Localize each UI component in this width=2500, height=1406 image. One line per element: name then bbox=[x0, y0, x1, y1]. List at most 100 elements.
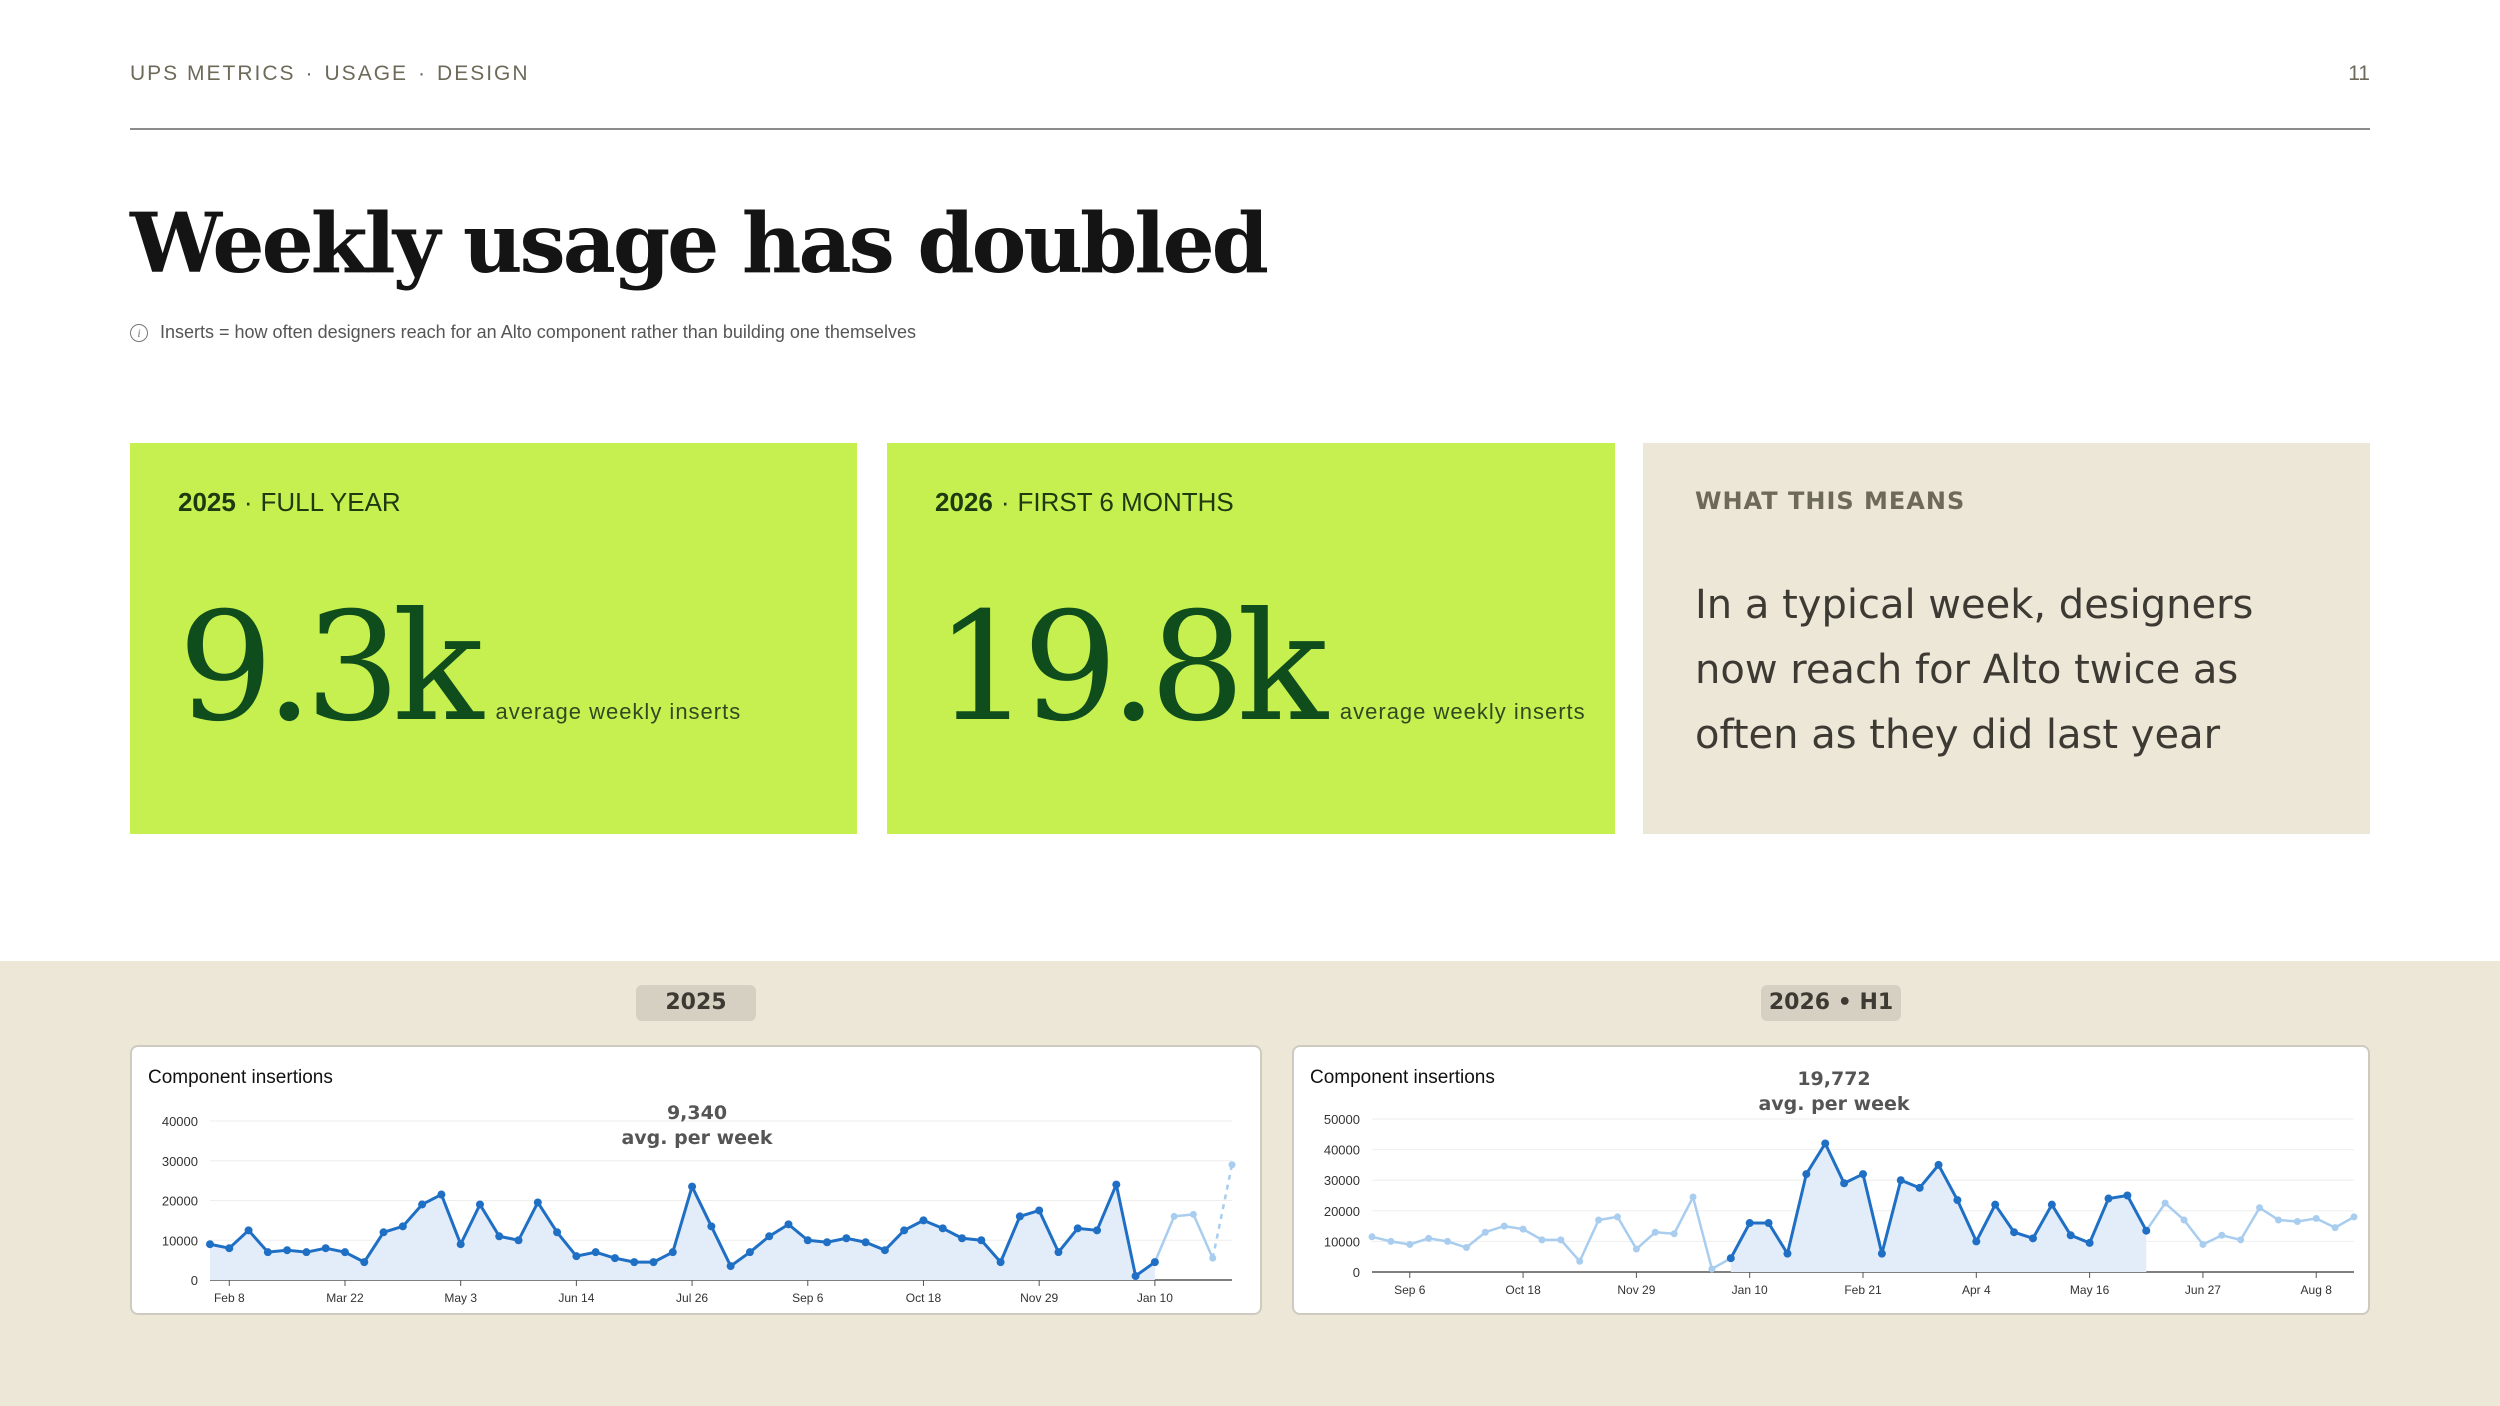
data-point bbox=[1915, 1183, 1924, 1192]
card-period: FIRST 6 MONTHS bbox=[1017, 487, 1234, 517]
data-point bbox=[206, 1240, 214, 1249]
data-point bbox=[2237, 1236, 2245, 1244]
data-point bbox=[321, 1244, 330, 1253]
data-point bbox=[1651, 1228, 1659, 1236]
data-point bbox=[630, 1258, 639, 1267]
data-point bbox=[842, 1234, 851, 1243]
data-point bbox=[553, 1228, 562, 1237]
series-segment bbox=[1691, 1196, 1714, 1270]
data-point bbox=[1670, 1230, 1678, 1238]
series-segment bbox=[2183, 1219, 2204, 1246]
data-point bbox=[1054, 1248, 1063, 1257]
y-tick-label: 30000 bbox=[162, 1154, 198, 1169]
data-point bbox=[2199, 1240, 2207, 1248]
data-point bbox=[1764, 1219, 1773, 1228]
x-tick-label: Feb 8 bbox=[214, 1291, 245, 1305]
data-point bbox=[1112, 1180, 1121, 1189]
breadcrumb: UPS METRICS · USAGE · DESIGN bbox=[130, 62, 530, 86]
series-segment bbox=[1635, 1231, 1657, 1250]
breadcrumb-item: UPS METRICS bbox=[130, 62, 296, 85]
y-tick-label: 20000 bbox=[162, 1194, 198, 1209]
data-point bbox=[1632, 1245, 1640, 1253]
data-point bbox=[1170, 1212, 1178, 1220]
card-value-row: 9.3k average weekly inserts bbox=[178, 593, 741, 743]
series-segment bbox=[2239, 1207, 2261, 1241]
data-point bbox=[283, 1246, 292, 1255]
data-point bbox=[1538, 1236, 1546, 1244]
card-year: 2026 bbox=[935, 487, 993, 517]
data-point bbox=[1877, 1249, 1886, 1258]
data-point bbox=[1519, 1225, 1527, 1233]
x-tick-label: Nov 29 bbox=[1617, 1283, 1655, 1297]
avg-annotation-label: avg. per week bbox=[1758, 1093, 1909, 1115]
year-pill-2026: 2026 • H1 bbox=[1761, 985, 1901, 1021]
data-point bbox=[765, 1232, 774, 1241]
y-tick-label: 40000 bbox=[1324, 1143, 1360, 1158]
series-segment bbox=[1211, 1164, 1234, 1259]
data-point bbox=[1953, 1196, 1962, 1205]
data-point bbox=[958, 1234, 967, 1243]
stat-value: 19.8k bbox=[935, 581, 1328, 755]
data-point bbox=[1406, 1240, 1414, 1248]
insight-card: WHAT THIS MEANS In a typical week, desig… bbox=[1643, 443, 2370, 834]
data-point bbox=[2274, 1216, 2282, 1224]
series-segment bbox=[1192, 1213, 1214, 1259]
series-segment bbox=[1673, 1196, 1695, 1235]
stat-card-2026: 2026 · FIRST 6 MONTHS 19.8k average weekly… bbox=[887, 443, 1615, 834]
data-point bbox=[1896, 1176, 1905, 1185]
card-year: 2025 bbox=[178, 487, 236, 517]
data-point bbox=[1093, 1226, 1102, 1235]
data-point bbox=[1576, 1257, 1584, 1265]
data-point bbox=[1228, 1161, 1236, 1169]
data-point bbox=[1035, 1206, 1044, 1215]
data-point bbox=[1972, 1237, 1981, 1246]
data-point bbox=[2218, 1231, 2226, 1239]
avg-annotation-label: avg. per week bbox=[621, 1127, 772, 1149]
x-tick-label: Oct 18 bbox=[1505, 1283, 1541, 1297]
data-point bbox=[418, 1200, 427, 1209]
data-point bbox=[398, 1222, 407, 1231]
x-tick-label: Feb 21 bbox=[1844, 1283, 1882, 1297]
card-separator: · bbox=[243, 487, 253, 517]
info-icon: i bbox=[130, 323, 148, 342]
data-point bbox=[977, 1236, 986, 1245]
data-point bbox=[2293, 1218, 2301, 1226]
x-tick-label: Jun 14 bbox=[558, 1291, 594, 1305]
data-point bbox=[2047, 1200, 2056, 1209]
data-point bbox=[1557, 1236, 1565, 1244]
data-point bbox=[1500, 1222, 1508, 1230]
data-point bbox=[2028, 1234, 2037, 1243]
data-point bbox=[2123, 1191, 2132, 1200]
stat-value: 9.3k bbox=[178, 581, 483, 755]
series-segment bbox=[1616, 1216, 1638, 1250]
data-point bbox=[2104, 1194, 2113, 1203]
data-point bbox=[1745, 1219, 1754, 1228]
data-point bbox=[2161, 1199, 2169, 1207]
data-point bbox=[302, 1248, 311, 1257]
data-point bbox=[1444, 1237, 1452, 1245]
data-point bbox=[1802, 1170, 1811, 1179]
x-tick-label: Jun 27 bbox=[2185, 1283, 2221, 1297]
data-point bbox=[610, 1254, 619, 1263]
series-segment bbox=[1559, 1239, 1581, 1263]
data-point bbox=[1783, 1249, 1792, 1258]
y-tick-label: 0 bbox=[1353, 1265, 1360, 1280]
data-point bbox=[2312, 1214, 2320, 1222]
y-tick-label: 10000 bbox=[162, 1233, 198, 1248]
data-point bbox=[225, 1244, 234, 1253]
data-point bbox=[1368, 1233, 1376, 1241]
page-number: 11 bbox=[2348, 62, 2370, 85]
data-point bbox=[784, 1220, 793, 1229]
data-point bbox=[1708, 1265, 1716, 1273]
x-tick-label: May 16 bbox=[2070, 1283, 2110, 1297]
data-point bbox=[880, 1246, 889, 1255]
stat-card-2025: 2025 · FULL YEAR 9.3k average weekly inser… bbox=[130, 443, 857, 834]
y-tick-label: 50000 bbox=[1324, 1112, 1360, 1127]
data-point bbox=[726, 1262, 735, 1271]
data-point bbox=[745, 1248, 754, 1257]
data-point bbox=[1726, 1254, 1735, 1263]
data-point bbox=[861, 1238, 870, 1247]
y-tick-label: 10000 bbox=[1324, 1234, 1360, 1249]
data-point bbox=[1689, 1193, 1697, 1201]
stat-unit: average weekly inserts bbox=[495, 699, 742, 724]
